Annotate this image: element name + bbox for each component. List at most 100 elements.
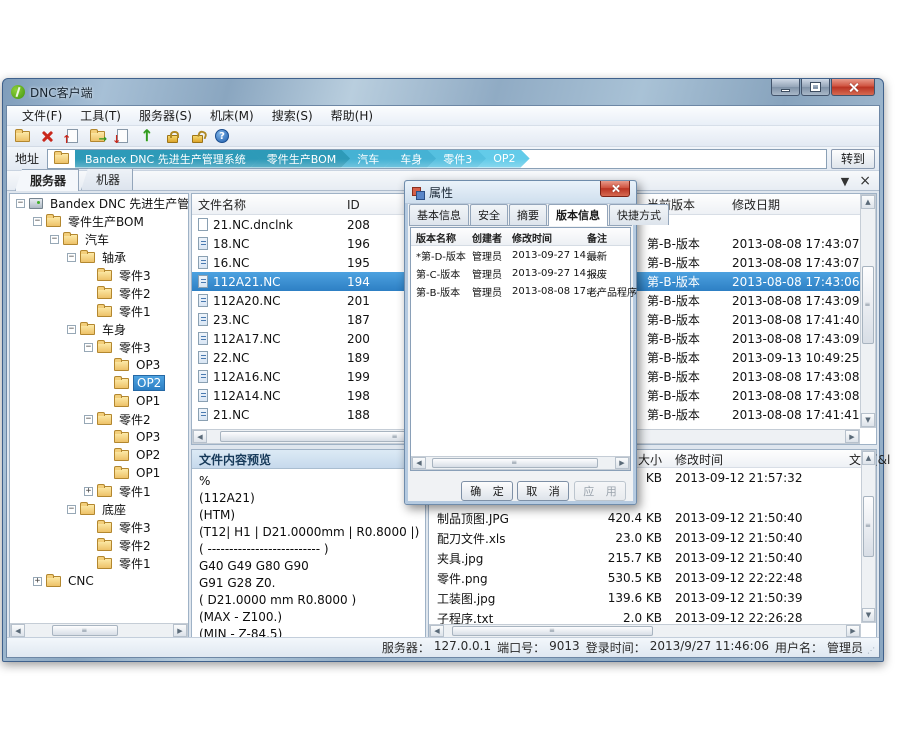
column-file-name[interactable]: 文件名称	[198, 194, 246, 215]
collapse-icon[interactable]: −	[84, 415, 93, 424]
scroll-up-icon[interactable]: ▲	[861, 195, 875, 209]
tree-item[interactable]: −轴承	[10, 248, 188, 266]
tree-item[interactable]: 零件2	[10, 536, 188, 554]
dialog-tab[interactable]: 安全	[470, 204, 508, 225]
scroll-right-icon[interactable]: ▶	[845, 430, 859, 443]
tree-item[interactable]: 零件3	[10, 266, 188, 284]
scroll-left-icon[interactable]: ◀	[430, 625, 444, 637]
tab-machine[interactable]: 机器	[81, 168, 133, 190]
menu-item[interactable]: 机床(M)	[201, 105, 263, 126]
tree-item[interactable]: OP1	[10, 392, 188, 410]
column-modify-time[interactable]: 修改时间	[512, 228, 552, 246]
delete-icon[interactable]	[36, 127, 58, 145]
tree-item[interactable]: +CNC	[10, 572, 188, 590]
menu-item[interactable]: 服务器(S)	[130, 105, 201, 126]
tree-item[interactable]: OP1	[10, 464, 188, 482]
column-creator[interactable]: 创建者	[472, 228, 502, 246]
tree-item[interactable]: −汽车	[10, 230, 188, 248]
table-row[interactable]: 工装图.jpg139.6 KB2013-09-12 21:50:39	[429, 588, 861, 608]
collapse-icon[interactable]: −	[84, 343, 93, 352]
go-button[interactable]: 转到	[831, 149, 875, 169]
attachment-vscrollbar[interactable]: ▲ ≡ ▼	[861, 450, 876, 623]
dialog-tab[interactable]: 摘要	[509, 204, 547, 225]
tree-item[interactable]: OP3	[10, 356, 188, 374]
close-button[interactable]	[831, 79, 875, 96]
resize-grip[interactable]: ⋰	[867, 646, 876, 655]
check-out-icon[interactable]: ↓	[111, 127, 133, 145]
address-input[interactable]: Bandex DNC 先进生产管理系统零件生产BOM汽车车身零件3OP2	[47, 149, 827, 169]
table-row[interactable]: 配刀文件.xls23.0 KB2013-09-12 21:50:40	[429, 528, 861, 548]
tree-item[interactable]: 零件3	[10, 518, 188, 536]
menu-item[interactable]: 搜索(S)	[263, 105, 322, 126]
collapse-icon[interactable]: −	[50, 235, 59, 244]
menu-item[interactable]: 文件(F)	[13, 105, 71, 126]
tree-item[interactable]: OP2	[10, 446, 188, 464]
panel-menu-icon[interactable]: ▼	[841, 176, 849, 187]
table-row[interactable]: 零件.png530.5 KB2013-09-12 22:22:48	[429, 568, 861, 588]
check-in-icon[interactable]: ↑	[61, 127, 83, 145]
cancel-button[interactable]: 取 消	[517, 481, 569, 501]
dialog-close-button[interactable]	[600, 181, 630, 197]
tab-server[interactable]: 服务器	[15, 169, 79, 191]
tree-item[interactable]: −零件3	[10, 338, 188, 356]
lock-icon[interactable]	[161, 127, 183, 145]
open-folder-icon[interactable]: →	[86, 127, 108, 145]
collapse-icon[interactable]: −	[33, 217, 42, 226]
column-id[interactable]: ID	[347, 194, 360, 215]
collapse-icon[interactable]: −	[67, 325, 76, 334]
table-row[interactable]: 制品顶图.JPG420.4 KB2013-09-12 21:50:40	[429, 508, 861, 528]
tree-item[interactable]: −零件生产BOM	[10, 212, 188, 230]
file-list-vscrollbar[interactable]: ▲ ≡ ▼	[860, 194, 876, 428]
ok-button[interactable]: 确 定	[461, 481, 513, 501]
tree-item[interactable]: 零件2	[10, 284, 188, 302]
tree-hscrollbar[interactable]: ◀ ≡ ▶	[10, 623, 188, 638]
tree-item[interactable]: −Bandex DNC 先进生产管理系统	[10, 194, 188, 212]
column-note[interactable]: 备注	[587, 228, 607, 246]
help-icon[interactable]: ?	[211, 127, 233, 145]
tree-item[interactable]: OP2	[10, 374, 188, 392]
tree-item[interactable]: −零件2	[10, 410, 188, 428]
menu-item[interactable]: 工具(T)	[71, 105, 130, 126]
scroll-right-icon[interactable]: ▶	[173, 624, 187, 637]
expand-icon[interactable]: +	[33, 577, 42, 586]
scroll-left-icon[interactable]: ◀	[412, 457, 426, 469]
breadcrumb-segment[interactable]: Bandex DNC 先进生产管理系统	[75, 150, 260, 168]
breadcrumb-segment[interactable]: 零件生产BOM	[251, 150, 351, 168]
minimize-button[interactable]	[771, 79, 800, 96]
table-row[interactable]: 夹具.jpg215.7 KB2013-09-12 21:50:40	[429, 548, 861, 568]
upload-icon[interactable]: ↑	[136, 127, 158, 145]
tree-item[interactable]: +零件1	[10, 482, 188, 500]
tree-item[interactable]: −底座	[10, 500, 188, 518]
tree-item[interactable]: −车身	[10, 320, 188, 338]
scroll-left-icon[interactable]: ◀	[193, 430, 207, 443]
column-modified-date[interactable]: 修改日期	[732, 194, 780, 215]
version-row[interactable]: 第-C-版本管理员2013-09-27 14:...报废	[411, 264, 630, 282]
menu-item[interactable]: 帮助(H)	[322, 105, 382, 126]
version-row[interactable]: 第-B-版本管理员2013-08-08 17:...老产品程序	[411, 282, 630, 300]
collapse-icon[interactable]: −	[67, 505, 76, 514]
collapse-icon[interactable]: −	[16, 199, 25, 208]
dialog-tab[interactable]: 基本信息	[409, 204, 469, 225]
dialog-hscrollbar[interactable]: ◀ ≡ ▶	[411, 456, 630, 470]
column-modified-time[interactable]: 修改时间	[675, 450, 723, 468]
tree-item[interactable]: 零件1	[10, 302, 188, 320]
dialog-title-bar[interactable]: 属性	[405, 181, 636, 204]
scroll-down-icon[interactable]: ▼	[862, 608, 875, 622]
version-row[interactable]: *第-D-版本管理员2013-09-27 14:...最新	[411, 246, 630, 264]
title-bar[interactable]: DNC客户端	[3, 79, 883, 105]
scroll-up-icon[interactable]: ▲	[862, 451, 875, 465]
dialog-tab[interactable]: 版本信息	[548, 204, 608, 226]
panel-close-icon[interactable]: ×	[859, 174, 871, 188]
tree-item[interactable]: 零件1	[10, 554, 188, 572]
new-folder-icon[interactable]	[11, 127, 33, 145]
scroll-right-icon[interactable]: ▶	[846, 625, 860, 637]
collapse-icon[interactable]: −	[67, 253, 76, 262]
scroll-down-icon[interactable]: ▼	[861, 413, 875, 427]
unlock-icon[interactable]	[186, 127, 208, 145]
scroll-right-icon[interactable]: ▶	[615, 457, 629, 469]
dialog-tab[interactable]: 快捷方式	[609, 204, 669, 225]
scroll-left-icon[interactable]: ◀	[11, 624, 25, 637]
column-version-name[interactable]: 版本名称	[416, 228, 456, 246]
expand-icon[interactable]: +	[84, 487, 93, 496]
tree-item[interactable]: OP3	[10, 428, 188, 446]
